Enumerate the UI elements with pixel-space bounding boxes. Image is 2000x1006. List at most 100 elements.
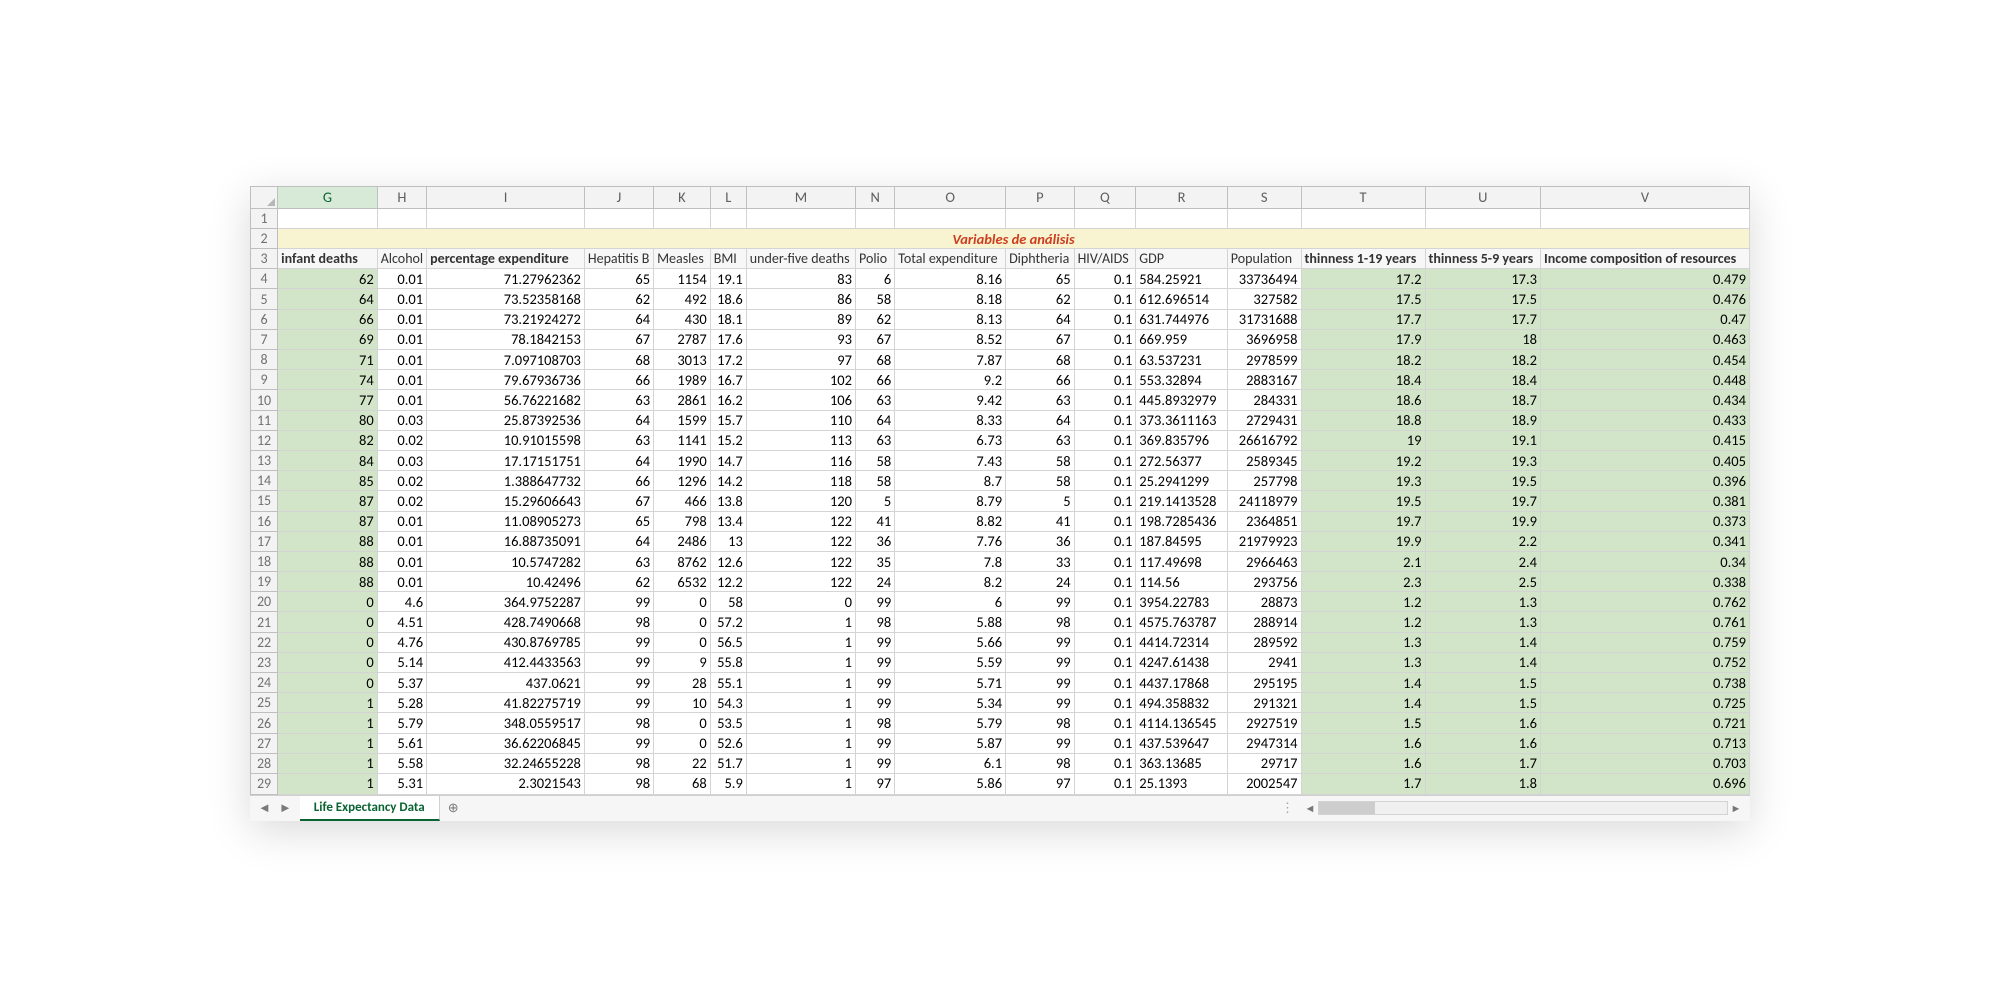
cell[interactable]: 15.7 [710, 410, 746, 430]
scroll-right-button[interactable]: ► [1728, 802, 1744, 815]
cell[interactable]: 99 [1006, 693, 1075, 713]
cell[interactable]: 0.479 [1541, 269, 1750, 289]
cell[interactable]: 1.3 [1301, 632, 1425, 652]
cell[interactable]: 13 [710, 531, 746, 551]
cell[interactable]: 98 [1006, 713, 1075, 733]
cell[interactable]: 58 [1006, 471, 1075, 491]
cell[interactable]: 8.13 [895, 309, 1006, 329]
cell[interactable]: 2.5 [1425, 572, 1541, 592]
column-field-header[interactable]: HIV/AIDS [1074, 249, 1136, 269]
cell[interactable]: 98 [584, 753, 653, 773]
cell[interactable]: 2729431 [1227, 410, 1301, 430]
cell[interactable]: 1.5 [1425, 693, 1541, 713]
cell[interactable]: 2883167 [1227, 370, 1301, 390]
cell[interactable]: 63 [1006, 390, 1075, 410]
cell[interactable]: 54.3 [710, 693, 746, 713]
row-header[interactable]: 21 [251, 612, 278, 632]
cell[interactable]: 16.7 [710, 370, 746, 390]
cell[interactable]: 118 [746, 471, 855, 491]
cell[interactable]: 0.1 [1074, 531, 1136, 551]
cell[interactable]: 99 [1006, 632, 1075, 652]
cell[interactable]: 68 [1006, 350, 1075, 370]
cell[interactable]: 114.56 [1136, 572, 1227, 592]
row-header[interactable]: 11 [251, 410, 278, 430]
cell[interactable]: 584.25921 [1136, 269, 1227, 289]
cell[interactable] [654, 208, 711, 228]
cell[interactable]: 0.1 [1074, 450, 1136, 470]
cell[interactable]: 1.6 [1301, 753, 1425, 773]
cell[interactable]: 6.1 [895, 753, 1006, 773]
cell[interactable]: 1 [278, 753, 378, 773]
cell[interactable]: 5.86 [895, 773, 1006, 794]
cell[interactable]: 1.4 [1425, 652, 1541, 672]
cell[interactable]: 1.3 [1425, 612, 1541, 632]
cell[interactable]: 0.1 [1074, 329, 1136, 349]
cell[interactable]: 295195 [1227, 673, 1301, 693]
cell[interactable]: 0.1 [1074, 652, 1136, 672]
cell[interactable]: 8.33 [895, 410, 1006, 430]
cell[interactable]: 0.738 [1541, 673, 1750, 693]
cell[interactable]: 11.08905273 [427, 511, 585, 531]
cell[interactable]: 1.2 [1301, 612, 1425, 632]
cell[interactable]: 8.18 [895, 289, 1006, 309]
cell[interactable]: 0.1 [1074, 471, 1136, 491]
row-header[interactable]: 29 [251, 773, 278, 794]
cell[interactable]: 0.02 [377, 471, 426, 491]
cell[interactable]: 17.7 [1301, 309, 1425, 329]
cell[interactable]: 82 [278, 430, 378, 450]
cell[interactable]: 0.1 [1074, 592, 1136, 612]
cell[interactable]: 97 [746, 350, 855, 370]
column-field-header[interactable]: percentage expenditure [427, 249, 585, 269]
cell[interactable]: 66 [856, 370, 895, 390]
cell[interactable]: 24 [1006, 572, 1075, 592]
column-field-header[interactable]: under-five deaths [746, 249, 855, 269]
cell[interactable]: 0.01 [377, 511, 426, 531]
cell[interactable]: 98 [584, 713, 653, 733]
column-header-K[interactable]: K [654, 186, 711, 208]
cell[interactable]: 18.6 [710, 289, 746, 309]
cell[interactable]: 99 [584, 632, 653, 652]
cell[interactable]: 0.01 [377, 329, 426, 349]
column-header-O[interactable]: O [895, 186, 1006, 208]
cell[interactable]: 24118979 [1227, 491, 1301, 511]
cell[interactable]: 0 [654, 592, 711, 612]
cell[interactable]: 0.1 [1074, 370, 1136, 390]
cell[interactable]: 0.1 [1074, 612, 1136, 632]
cell[interactable]: 327582 [1227, 289, 1301, 309]
cell[interactable]: 58 [856, 450, 895, 470]
cell[interactable]: 18.4 [1425, 370, 1541, 390]
cell[interactable]: 0 [654, 612, 711, 632]
cell[interactable]: 78.1842153 [427, 329, 585, 349]
cell[interactable]: 67 [584, 491, 653, 511]
cell[interactable]: 0.01 [377, 350, 426, 370]
row-header[interactable]: 8 [251, 350, 278, 370]
cell[interactable]: 26616792 [1227, 430, 1301, 450]
cell[interactable]: 8.52 [895, 329, 1006, 349]
cell[interactable]: 0.1 [1074, 753, 1136, 773]
cell[interactable]: 113 [746, 430, 855, 450]
cell[interactable]: 122 [746, 531, 855, 551]
cell[interactable]: 62 [1006, 289, 1075, 309]
column-header-N[interactable]: N [856, 186, 895, 208]
cell[interactable]: 1 [278, 713, 378, 733]
row-header[interactable]: 20 [251, 592, 278, 612]
cell[interactable]: 430 [654, 309, 711, 329]
cell[interactable]: 63.537231 [1136, 350, 1227, 370]
cell[interactable]: 6532 [654, 572, 711, 592]
cell[interactable]: 1 [278, 773, 378, 794]
cell[interactable]: 19.2 [1301, 450, 1425, 470]
cell[interactable]: 0.34 [1541, 551, 1750, 571]
cell[interactable]: 93 [746, 329, 855, 349]
row-header[interactable]: 27 [251, 733, 278, 753]
cell[interactable]: 71.27962362 [427, 269, 585, 289]
scroll-separator-icon[interactable]: ⋮ [1275, 801, 1302, 816]
cell[interactable]: 99 [856, 673, 895, 693]
cell[interactable]: 13.4 [710, 511, 746, 531]
cell[interactable]: 16.2 [710, 390, 746, 410]
cell[interactable]: 62 [584, 572, 653, 592]
cell[interactable]: 64 [584, 531, 653, 551]
cell[interactable]: 63 [1006, 430, 1075, 450]
cell[interactable]: 492 [654, 289, 711, 309]
column-header-U[interactable]: U [1425, 186, 1541, 208]
cell[interactable]: 98 [1006, 753, 1075, 773]
